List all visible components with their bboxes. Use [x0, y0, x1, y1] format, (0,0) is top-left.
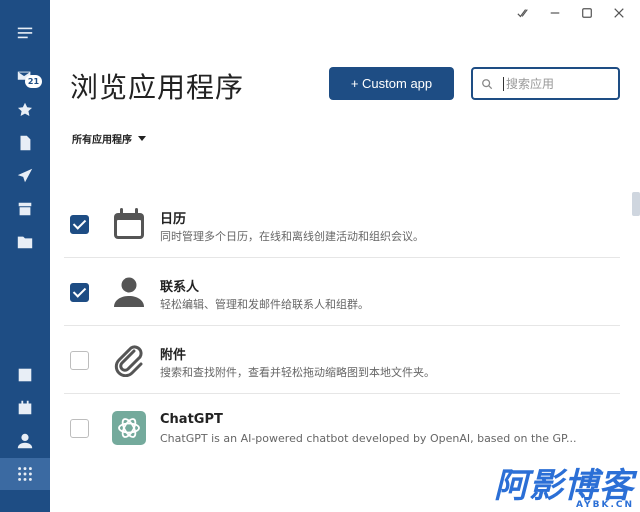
- app-checkbox[interactable]: [70, 419, 89, 438]
- app-description: 同时管理多个日历，在线和离线创建活动和组织会议。: [160, 230, 424, 243]
- sidebar: 21: [0, 0, 50, 512]
- contact-app-icon: [112, 275, 146, 309]
- app-checkbox[interactable]: [70, 283, 89, 302]
- sidebar-item-drafts[interactable]: [0, 128, 50, 158]
- document-icon: [20, 135, 31, 151]
- sidebar-item-archive[interactable]: [0, 194, 50, 224]
- app-description: 轻松编辑、管理和发邮件给联系人和组群。: [160, 298, 369, 311]
- app-name: 联系人: [160, 280, 200, 295]
- sidebar-item-new-folder[interactable]: [0, 227, 50, 257]
- search-icon: [482, 78, 493, 89]
- sidebar-item-contacts[interactable]: [0, 426, 50, 456]
- app-description: 搜索和查找附件，查看并轻松拖动缩略图到本地文件夹。: [160, 366, 435, 379]
- status-button[interactable]: [514, 4, 532, 22]
- filter-label: 所有应用程序: [72, 135, 132, 146]
- sidebar-item-starred[interactable]: [0, 95, 50, 125]
- notes-icon: [18, 368, 32, 382]
- chatgpt-app-icon: [112, 411, 146, 445]
- search-box[interactable]: [471, 67, 620, 100]
- menu-icon: [17, 27, 33, 39]
- sidebar-item-sent[interactable]: [0, 161, 50, 191]
- app-checkbox[interactable]: [70, 351, 89, 370]
- contacts-icon: [17, 433, 33, 449]
- minimize-icon: [550, 12, 560, 14]
- sidebar-item-calendar[interactable]: [0, 393, 50, 423]
- app-name: 日历: [160, 212, 187, 227]
- sidebar-item-mail[interactable]: 21: [0, 62, 50, 92]
- star-icon: [17, 102, 33, 116]
- calendar-icon: [18, 400, 32, 415]
- app-row: ChatGPT ChatGPT is an AI-powered chatbot…: [64, 394, 620, 462]
- app-filter-dropdown[interactable]: 所有应用程序: [72, 131, 146, 146]
- app-name: 附件: [160, 348, 187, 363]
- search-input[interactable]: [503, 76, 603, 91]
- sidebar-item-notes[interactable]: [0, 360, 50, 390]
- app-name: ChatGPT: [160, 412, 223, 427]
- maximize-icon: [582, 8, 592, 18]
- watermark-text: 阿影博客: [494, 466, 634, 506]
- app-row: 附件 搜索和查找附件，查看并轻松拖动缩略图到本地文件夹。: [64, 326, 620, 394]
- folder-add-icon: [17, 236, 33, 249]
- app-checkbox[interactable]: [70, 215, 89, 234]
- close-icon: [614, 8, 624, 18]
- apps-grid-icon: [18, 467, 32, 481]
- app-row: 联系人 轻松编辑、管理和发邮件给联系人和组群。: [64, 258, 620, 326]
- caret-down-icon: [138, 136, 146, 141]
- mail-count-badge: 21: [25, 75, 42, 88]
- scrollbar-thumb[interactable]: [632, 192, 640, 216]
- custom-app-button[interactable]: + Custom app: [329, 67, 454, 100]
- window-controls: [514, 4, 628, 22]
- watermark-logo: 阿影博客 AYBK.CN: [494, 468, 634, 510]
- app-row: 日历 同时管理多个日历，在线和离线创建活动和组织会议。: [64, 190, 620, 258]
- send-icon: [17, 168, 33, 183]
- menu-button[interactable]: [0, 18, 50, 48]
- app-description: ChatGPT is an AI-powered chatbot develop…: [160, 432, 577, 445]
- calendar-app-icon: [112, 207, 146, 241]
- page-title: 浏览应用程序: [70, 71, 245, 104]
- main-panel: 浏览应用程序 + Custom app 所有应用程序: [50, 0, 640, 512]
- app-list: 日历 同时管理多个日历，在线和离线创建活动和组织会议。 联系人 轻松编辑、管理和…: [64, 190, 620, 462]
- minimize-button[interactable]: [546, 4, 564, 22]
- maximize-button[interactable]: [578, 4, 596, 22]
- app-window: 21 浏览应用程序 + Custom app 搜索应用 所有应用程序 日历 同时…: [0, 0, 640, 512]
- double-check-icon: [517, 9, 528, 18]
- close-button[interactable]: [610, 4, 628, 22]
- sidebar-item-apps[interactable]: [0, 458, 50, 490]
- archive-icon: [18, 202, 32, 216]
- paperclip-app-icon: [112, 343, 146, 377]
